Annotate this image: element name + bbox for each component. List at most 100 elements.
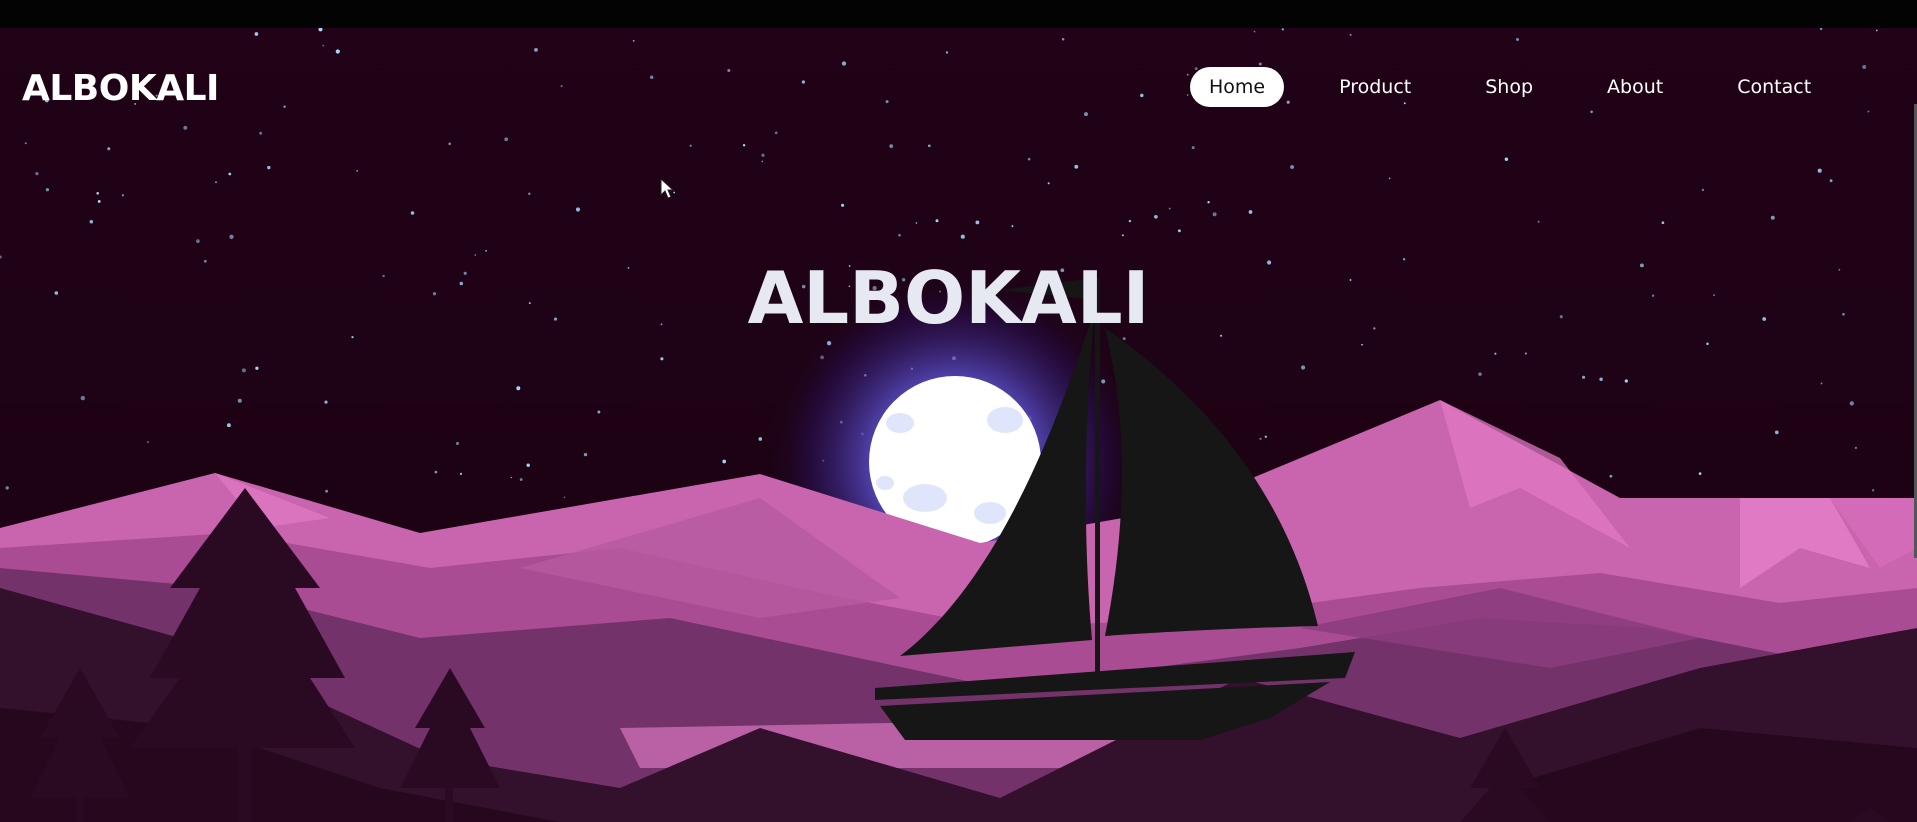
star	[325, 489, 329, 493]
star	[1140, 93, 1144, 98]
star	[689, 144, 692, 147]
star	[1186, 73, 1189, 76]
star	[889, 144, 894, 148]
star	[1011, 225, 1014, 228]
nav-home[interactable]: Home	[1190, 67, 1285, 107]
star	[335, 49, 340, 54]
star	[1537, 220, 1540, 223]
star	[410, 211, 415, 215]
star	[1494, 352, 1497, 355]
star	[742, 144, 746, 147]
star	[1817, 168, 1822, 173]
star	[1168, 207, 1171, 210]
star	[898, 233, 901, 237]
star	[1253, 30, 1256, 33]
nav-contact[interactable]: Contact	[1718, 67, 1830, 107]
star	[1047, 182, 1050, 185]
star	[575, 207, 581, 212]
star	[456, 442, 459, 445]
star	[1875, 29, 1878, 32]
star	[1074, 164, 1079, 169]
star	[324, 400, 328, 404]
star	[528, 192, 531, 196]
star	[183, 125, 188, 130]
star	[1661, 221, 1665, 225]
star	[1698, 472, 1702, 475]
star	[35, 171, 39, 176]
star	[975, 220, 980, 225]
star	[885, 100, 889, 104]
star	[1212, 212, 1217, 217]
star	[504, 137, 509, 142]
star	[229, 234, 234, 239]
star	[1854, 446, 1858, 450]
star	[583, 452, 588, 457]
star	[1349, 33, 1352, 36]
star	[1027, 157, 1031, 161]
star	[196, 239, 200, 243]
star	[516, 386, 521, 391]
star	[935, 219, 939, 223]
star	[1624, 379, 1628, 383]
star	[226, 423, 231, 428]
star	[267, 165, 271, 170]
star	[1121, 234, 1124, 237]
hero-scene: ALBOKALI Home Product Shop About Contact…	[0, 28, 1917, 822]
star	[485, 249, 488, 252]
star	[1128, 219, 1132, 223]
star	[24, 142, 27, 145]
star	[1770, 215, 1775, 220]
star	[228, 172, 232, 176]
star	[215, 181, 217, 184]
star	[1582, 375, 1586, 379]
star	[1504, 157, 1509, 161]
star	[1388, 177, 1391, 180]
star	[1281, 28, 1284, 31]
star	[563, 496, 566, 499]
star	[649, 75, 654, 79]
star	[96, 192, 99, 195]
star	[1599, 377, 1603, 381]
star	[761, 153, 765, 157]
star	[1867, 110, 1870, 113]
browser-top-bar	[0, 0, 1917, 28]
nav-shop[interactable]: Shop	[1466, 67, 1552, 107]
star	[1361, 343, 1363, 346]
star	[45, 188, 50, 192]
nav-about[interactable]: About	[1588, 67, 1682, 107]
star	[356, 170, 359, 172]
star	[434, 470, 438, 474]
star	[1191, 146, 1195, 150]
star	[1774, 430, 1779, 435]
star	[1516, 38, 1519, 41]
star	[1524, 352, 1527, 355]
star	[1701, 188, 1705, 192]
nav-product[interactable]: Product	[1320, 67, 1430, 107]
star	[632, 40, 635, 42]
star	[121, 194, 125, 197]
star	[448, 142, 452, 146]
brand-logo[interactable]: ALBOKALI	[22, 68, 219, 109]
star	[1290, 165, 1295, 169]
star	[1264, 435, 1267, 438]
main-nav: Home Product Shop About Contact	[1190, 65, 1866, 109]
star	[510, 476, 513, 479]
mouse-cursor-icon	[660, 178, 675, 199]
star	[1084, 112, 1088, 117]
night-landscape-illustration	[0, 28, 1917, 822]
star	[945, 51, 949, 54]
star	[322, 44, 325, 47]
star	[1259, 437, 1262, 440]
star	[560, 85, 563, 88]
star	[254, 32, 259, 36]
star	[97, 199, 101, 203]
star	[1154, 214, 1158, 219]
star	[107, 147, 111, 151]
star	[89, 220, 94, 224]
star	[1609, 474, 1613, 478]
star	[534, 48, 538, 52]
star	[841, 61, 847, 66]
star	[1301, 365, 1306, 370]
star	[459, 472, 463, 476]
star	[915, 222, 918, 224]
